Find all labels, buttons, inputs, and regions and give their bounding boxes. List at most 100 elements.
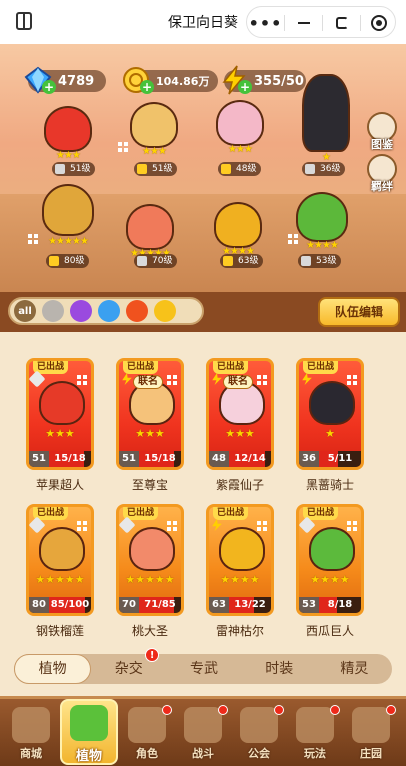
energy-amount: 355/50 bbox=[254, 73, 304, 89]
plant-name: 西瓜巨人 bbox=[305, 624, 354, 638]
gem-counter[interactable]: + 4789 bbox=[24, 66, 106, 94]
plant-card[interactable]: 已出战 ★★★★★ 70 71/85 bbox=[116, 504, 184, 616]
nav-battle[interactable]: 战斗 bbox=[178, 705, 228, 763]
hero-portrait bbox=[216, 100, 264, 146]
team-slot-4[interactable]: ★ bbox=[298, 74, 354, 163]
hero-level: 51级 bbox=[134, 162, 178, 176]
hero-portrait bbox=[214, 202, 262, 248]
grid-icon bbox=[77, 521, 87, 531]
team-slot-5[interactable]: ★★★★★ bbox=[38, 184, 98, 256]
plant-card[interactable]: 已出战 ★★★★ 53 8/18 bbox=[296, 504, 364, 616]
plant-name: 苹果超人 bbox=[35, 478, 84, 492]
filter-all[interactable]: all bbox=[14, 300, 36, 322]
nav-characters-label: 角色 bbox=[136, 747, 158, 760]
card-footer: 48 12/14 bbox=[209, 451, 271, 467]
add-gold-icon[interactable]: + bbox=[140, 80, 154, 94]
grid-icon bbox=[288, 234, 298, 244]
progress-text: 15/18 bbox=[54, 453, 86, 464]
shard-progress: 12/14 bbox=[229, 451, 271, 467]
card-footer: 51 15/18 bbox=[29, 451, 91, 467]
plant-card-grid: 已出战 ★★★ 51 15/18 苹果超人 已出战 联名 ★★★ 51 15/18 至尊宝 已出战 联名… bbox=[0, 332, 406, 696]
card-footer: 80 85/100 bbox=[29, 597, 91, 613]
team-slot-8[interactable]: ★★★★ bbox=[292, 192, 352, 260]
minimize-button[interactable] bbox=[285, 7, 322, 39]
alert-dot bbox=[386, 705, 396, 715]
tab-weapons[interactable]: 专武 bbox=[166, 654, 241, 684]
bond-label: 羁绊 bbox=[371, 180, 393, 193]
plant-level: 51 bbox=[29, 451, 49, 467]
plant-portrait bbox=[219, 527, 265, 571]
plant-card[interactable]: 已出战 ★★★★★ 80 85/100 bbox=[26, 504, 94, 616]
hero-portrait bbox=[42, 184, 94, 236]
progress-text: 12/14 bbox=[234, 453, 266, 464]
handbook-label: 图鉴 bbox=[371, 138, 393, 151]
lightning-icon bbox=[302, 373, 312, 385]
team-slot-3[interactable]: ★★★ bbox=[212, 100, 268, 164]
tab-hybrid[interactable]: 杂交 ! bbox=[91, 648, 166, 684]
nav-gameplay[interactable]: 玩法 bbox=[290, 705, 340, 763]
gold-counter[interactable]: + 104.86万 bbox=[123, 67, 218, 94]
nav-manor[interactable]: 庄园 bbox=[346, 705, 396, 763]
restore-button[interactable] bbox=[323, 7, 360, 39]
target-icon bbox=[370, 15, 387, 31]
close-button[interactable] bbox=[360, 7, 397, 39]
plant-stars: ★★★★ bbox=[220, 573, 260, 586]
plant-level: 36 bbox=[299, 451, 319, 467]
character-icon bbox=[128, 707, 166, 743]
plant-card[interactable]: 已出战 联名 ★★★ 51 15/18 bbox=[116, 358, 184, 470]
deployed-tag: 已出战 bbox=[123, 361, 159, 374]
add-gem-icon[interactable]: + bbox=[42, 80, 56, 94]
hero-portrait bbox=[44, 106, 92, 152]
grid-icon bbox=[257, 375, 267, 385]
filter-water-icon[interactable] bbox=[98, 300, 120, 322]
more-button[interactable]: ••• bbox=[247, 7, 284, 39]
grid-icon bbox=[118, 142, 128, 152]
nav-guild[interactable]: 公会 bbox=[234, 705, 284, 763]
nav-plants[interactable]: 植物 bbox=[60, 699, 118, 765]
plant-stars: ★★★★★ bbox=[125, 573, 175, 586]
handbook-button[interactable]: 图鉴 bbox=[366, 112, 398, 152]
plant-stars: ★★★ bbox=[135, 427, 165, 440]
plant-portrait bbox=[129, 527, 175, 571]
hero-portrait bbox=[126, 204, 174, 250]
sidebar-toggle-icon[interactable] bbox=[16, 12, 32, 30]
filter-fire-icon[interactable] bbox=[126, 300, 148, 322]
plant-icon bbox=[70, 705, 108, 741]
bond-button[interactable]: 羁绊 bbox=[366, 154, 398, 194]
filter-potion-icon[interactable] bbox=[70, 300, 92, 322]
team-edit-button[interactable]: 队伍编辑 bbox=[318, 297, 400, 327]
hero-portrait bbox=[302, 74, 350, 152]
shard-progress: 13/22 bbox=[229, 597, 271, 613]
plant-stars: ★★★★★ bbox=[35, 573, 85, 586]
plant-card[interactable]: 已出战 联名 ★★★ 48 12/14 bbox=[206, 358, 274, 470]
tab-plants[interactable]: 植物 bbox=[14, 654, 92, 684]
element-filter: all bbox=[8, 297, 204, 325]
plant-card[interactable]: 已出战 ★★★ 51 15/18 bbox=[26, 358, 94, 470]
progress-text: 5/11 bbox=[327, 453, 353, 464]
plant-card[interactable]: 已出战 ★★★★ 63 13/22 bbox=[206, 504, 274, 616]
nav-characters[interactable]: 角色 bbox=[122, 705, 172, 763]
tab-costumes[interactable]: 时装 bbox=[242, 654, 317, 684]
category-tabs: 植物 杂交 ! 专武 时装 精灵 bbox=[14, 648, 392, 684]
plant-name: 桃大圣 bbox=[131, 624, 168, 638]
hero-portrait bbox=[296, 192, 348, 242]
grid-icon bbox=[347, 375, 357, 385]
team-slot-2[interactable]: ★★★ bbox=[126, 102, 182, 166]
hero-level: 63级 bbox=[220, 254, 264, 268]
shop-icon bbox=[12, 707, 50, 743]
team-slot-1[interactable]: ★★★ bbox=[40, 106, 96, 170]
plant-level: 53 bbox=[299, 597, 319, 613]
tab-hybrid-label: 杂交 bbox=[114, 661, 143, 677]
progress-text: 71/85 bbox=[144, 599, 176, 610]
filter-lightning-icon[interactable] bbox=[154, 300, 176, 322]
hero-level: 51级 bbox=[52, 162, 96, 176]
crossed-swords-icon bbox=[184, 707, 222, 743]
filter-sword-icon[interactable] bbox=[42, 300, 64, 322]
tab-spirits[interactable]: 精灵 bbox=[317, 654, 392, 684]
energy-counter[interactable]: + 355/50 bbox=[222, 65, 306, 95]
add-energy-icon[interactable]: + bbox=[238, 80, 252, 94]
nav-shop[interactable]: 商城 bbox=[6, 705, 56, 763]
nav-shop-label: 商城 bbox=[20, 747, 42, 760]
plant-card[interactable]: 已出战 ★ 36 5/11 bbox=[296, 358, 364, 470]
app-title: 保卫向日葵 bbox=[168, 15, 238, 31]
